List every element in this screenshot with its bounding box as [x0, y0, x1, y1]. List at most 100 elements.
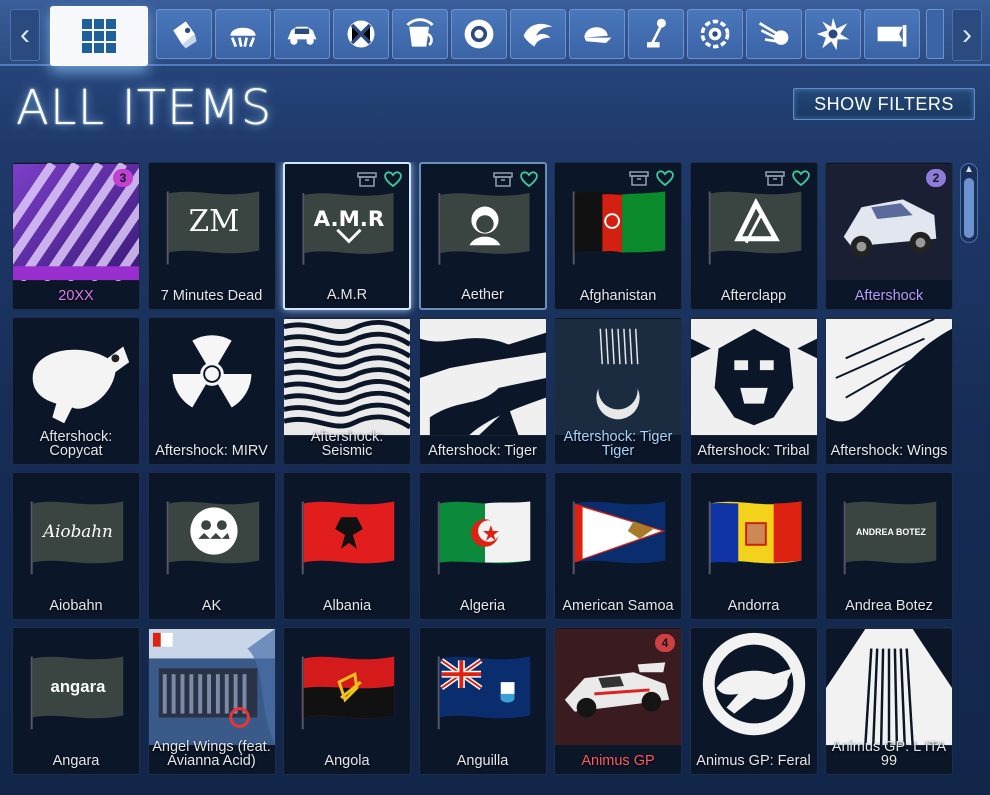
tab-banners[interactable] [864, 9, 920, 59]
item-status-icons [492, 170, 539, 188]
car-body-icon [284, 16, 320, 52]
item-tile[interactable]: 3 20XX [12, 162, 140, 310]
item-tile[interactable]: 2 Aftershock [825, 162, 953, 310]
tab-trails[interactable] [746, 9, 802, 59]
category-tab-bar: ‹ › [0, 0, 990, 66]
item-tile[interactable]: Angola [283, 627, 411, 775]
item-tile[interactable]: Afterclapp [689, 162, 818, 310]
item-label: Aftershock [854, 288, 924, 304]
item-tile[interactable]: Aftershock: Tiger [418, 317, 547, 465]
item-label: Animus GP [581, 753, 655, 769]
antenna-icon [638, 16, 674, 52]
tab-boosts[interactable] [510, 9, 566, 59]
paint-finish-icon [343, 16, 379, 52]
item-tile[interactable]: Aether [418, 162, 547, 310]
item-thumbnail [420, 628, 546, 746]
item-tile[interactable]: Aftershock: MIRV [147, 317, 276, 465]
item-thumbnail [690, 318, 817, 436]
scroll-up-icon[interactable]: ▲ [963, 164, 975, 176]
item-tile[interactable]: angara Angara [12, 627, 140, 775]
item-tile[interactable]: Albania [283, 472, 411, 620]
show-filters-button[interactable]: SHOW FILTERS [793, 88, 975, 120]
tabs-previous-button[interactable]: ‹ [10, 9, 40, 61]
item-thumbnail [149, 318, 275, 436]
tab-hats[interactable] [569, 9, 625, 59]
item-thumbnail [149, 473, 275, 591]
item-label: 7 Minutes Dead [160, 288, 263, 304]
item-tile[interactable]: Animus GP: Feral [689, 627, 818, 775]
item-tile[interactable]: Aftershock: Tribal [689, 317, 818, 465]
scroll-thumb[interactable] [964, 178, 974, 238]
quantity-badge: 2 [926, 169, 946, 187]
item-status-icons [357, 170, 403, 188]
tab-partial[interactable] [926, 9, 944, 59]
item-thumbnail: Aiobahn [13, 473, 139, 591]
item-thumbnail [826, 318, 952, 436]
item-tile[interactable]: A.M.R A.M.R [283, 162, 411, 310]
item-tile[interactable]: Aiobahn Aiobahn [12, 472, 140, 620]
page-title: ALL ITEMS [16, 80, 273, 136]
svg-text:A.M.R: A.M.R [314, 207, 385, 232]
tab-paints[interactable] [392, 9, 448, 59]
scrollbar[interactable]: ▲ [960, 163, 978, 243]
quantity-badge: 4 [655, 634, 675, 652]
item-tile[interactable]: Afghanistan [554, 162, 682, 310]
tab-paint-finishes[interactable] [333, 9, 389, 59]
item-tile[interactable]: ZM 7 Minutes Dead [147, 162, 276, 310]
item-label: Aftershock: Tribal [697, 443, 810, 459]
item-label: Angel Wings (feat. Avianna Acid) [152, 739, 271, 769]
tab-wheels[interactable] [451, 9, 507, 59]
item-tile[interactable]: Aftershock: Copycat [12, 317, 140, 465]
item-thumbnail [419, 318, 546, 436]
item-label: Animus GP: Feral [696, 753, 811, 769]
tabs-next-button[interactable]: › [952, 9, 982, 61]
item-tile[interactable]: American Samoa [554, 472, 682, 620]
item-thumbnail [284, 318, 410, 436]
item-thumbnail [691, 628, 817, 746]
tab-bodies[interactable] [274, 9, 330, 59]
item-thumbnail [691, 473, 817, 591]
item-thumbnail [420, 473, 546, 591]
svg-text:angara: angara [51, 677, 107, 696]
tab-decals[interactable] [156, 9, 212, 59]
item-thumbnail [826, 628, 952, 746]
item-thumbnail: ZM [149, 163, 275, 281]
tab-goal-explosions[interactable] [805, 9, 861, 59]
item-label: American Samoa [562, 598, 674, 614]
item-thumbnail [555, 318, 681, 436]
item-thumbnail [284, 473, 410, 591]
item-label: Albania [322, 598, 372, 614]
tab-engine-audio[interactable] [687, 9, 743, 59]
item-tile[interactable]: Aftershock: Wings [825, 317, 953, 465]
topper-icon [225, 16, 261, 52]
archive-icon [764, 171, 785, 186]
item-tile[interactable]: Algeria [418, 472, 547, 620]
item-label: Aftershock: MIRV [155, 443, 268, 459]
item-label: Andrea Botez [845, 598, 933, 614]
tab-toppers[interactable] [215, 9, 271, 59]
item-thumbnail [148, 628, 275, 746]
tab-all-items[interactable] [50, 6, 148, 66]
tab-antennas[interactable] [628, 9, 684, 59]
item-tile[interactable]: Aftershock: Tiger Tiger [554, 317, 682, 465]
item-label: 20XX [58, 288, 94, 304]
favorite-heart-icon [384, 171, 402, 188]
item-status-icons [764, 169, 811, 187]
item-tile[interactable]: Anguilla [418, 627, 547, 775]
item-label: AK [201, 598, 222, 614]
item-tile[interactable]: Andorra [689, 472, 818, 620]
item-tile[interactable]: Aftershock: Seismic [283, 317, 411, 465]
favorite-heart-icon [519, 171, 538, 188]
item-thumbnail [555, 473, 681, 591]
cap-icon [579, 16, 615, 52]
item-label: Animus GP: L ITA 99 [831, 739, 947, 769]
item-tile[interactable]: Animus GP: L ITA 99 [825, 627, 953, 775]
item-tile[interactable]: ANDREA BOTEZ Andrea Botez [825, 472, 953, 620]
item-tile[interactable]: 4 Animus GP [554, 627, 682, 775]
item-tile[interactable]: Angel Wings (feat. Avianna Acid) [147, 627, 276, 775]
item-label: Aftershock: Copycat [39, 429, 113, 459]
item-label: Aftershock: Wings [830, 443, 948, 459]
item-label: Aftershock: Tiger [428, 443, 537, 459]
item-tile[interactable]: AK [147, 472, 276, 620]
engine-icon [697, 16, 733, 52]
